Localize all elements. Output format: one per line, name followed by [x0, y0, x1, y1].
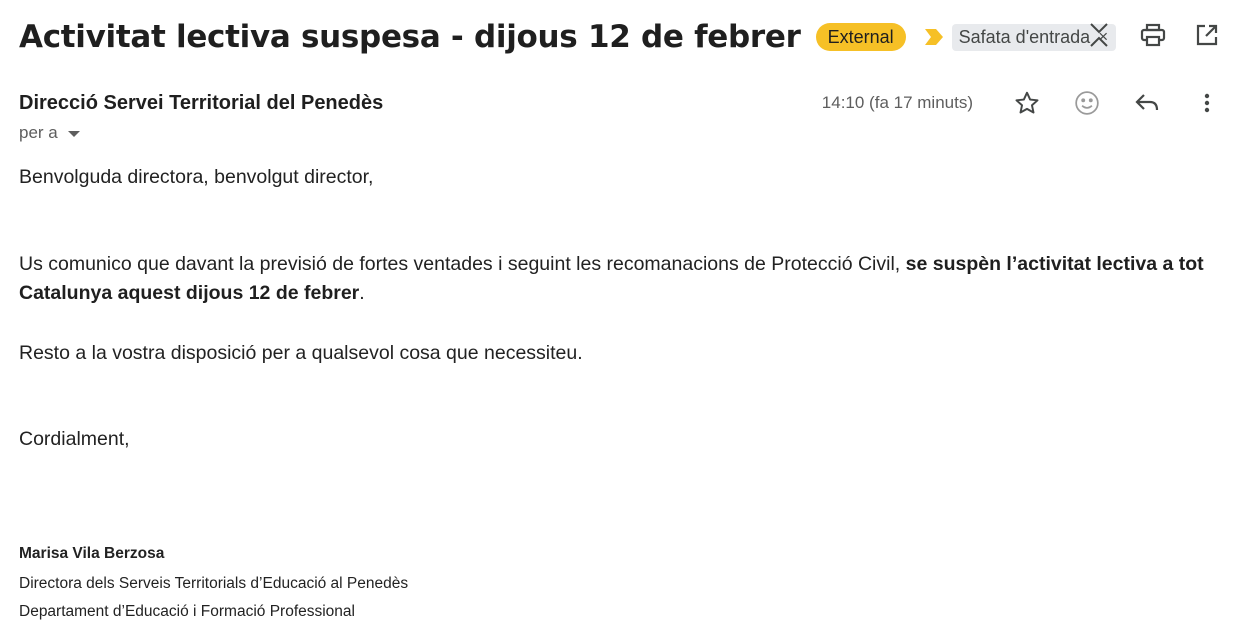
main-end: . — [359, 282, 365, 304]
more-vert-icon[interactable] — [1192, 88, 1222, 118]
signature: Marisa Vila Berzosa Directora dels Serve… — [19, 545, 408, 621]
reply-icon[interactable] — [1132, 88, 1162, 118]
subject-row: Activitat lectiva suspesa - dijous 12 de… — [19, 14, 1216, 60]
sender-row: Direcció Servei Territorial del Penedès … — [19, 88, 1216, 118]
greeting: Benvolguda directora, benvolgut director… — [19, 166, 374, 188]
open-in-new-window-icon[interactable] — [1192, 20, 1222, 50]
recipients-toggle[interactable]: per a — [19, 123, 80, 143]
availability-paragraph: Resto a la vostra disposició per a quals… — [19, 342, 583, 364]
emoji-icon[interactable] — [1072, 88, 1102, 118]
signature-name: Marisa Vila Berzosa — [19, 545, 165, 562]
importance-arrow-icon[interactable] — [924, 26, 944, 48]
recipients-label: per a — [19, 123, 58, 142]
email-subject: Activitat lectiva suspesa - dijous 12 de… — [19, 19, 801, 55]
message-actions — [1012, 88, 1222, 118]
email-timestamp: 14:10 (fa 17 minuts) — [821, 93, 973, 112]
main-paragraph: Us comunico que davant la previsió de fo… — [19, 250, 1210, 308]
inbox-label-text: Safata d'entrada — [958, 26, 1091, 47]
collapse-icon[interactable] — [1084, 20, 1114, 50]
chevron-down-icon — [67, 131, 80, 137]
signature-department: Departament d’Educació i Formació Profes… — [19, 603, 355, 620]
print-icon[interactable] — [1138, 20, 1168, 50]
thread-toolbar — [1084, 20, 1222, 50]
external-badge[interactable]: External — [815, 23, 906, 51]
signature-title: Directora dels Serveis Territorials d’Ed… — [19, 575, 409, 592]
main-text: Us comunico que davant la previsió de fo… — [19, 253, 906, 275]
sender-name[interactable]: Direcció Servei Territorial del Penedès — [19, 92, 383, 115]
star-icon[interactable] — [1012, 88, 1042, 118]
closing: Cordialment, — [19, 428, 130, 450]
